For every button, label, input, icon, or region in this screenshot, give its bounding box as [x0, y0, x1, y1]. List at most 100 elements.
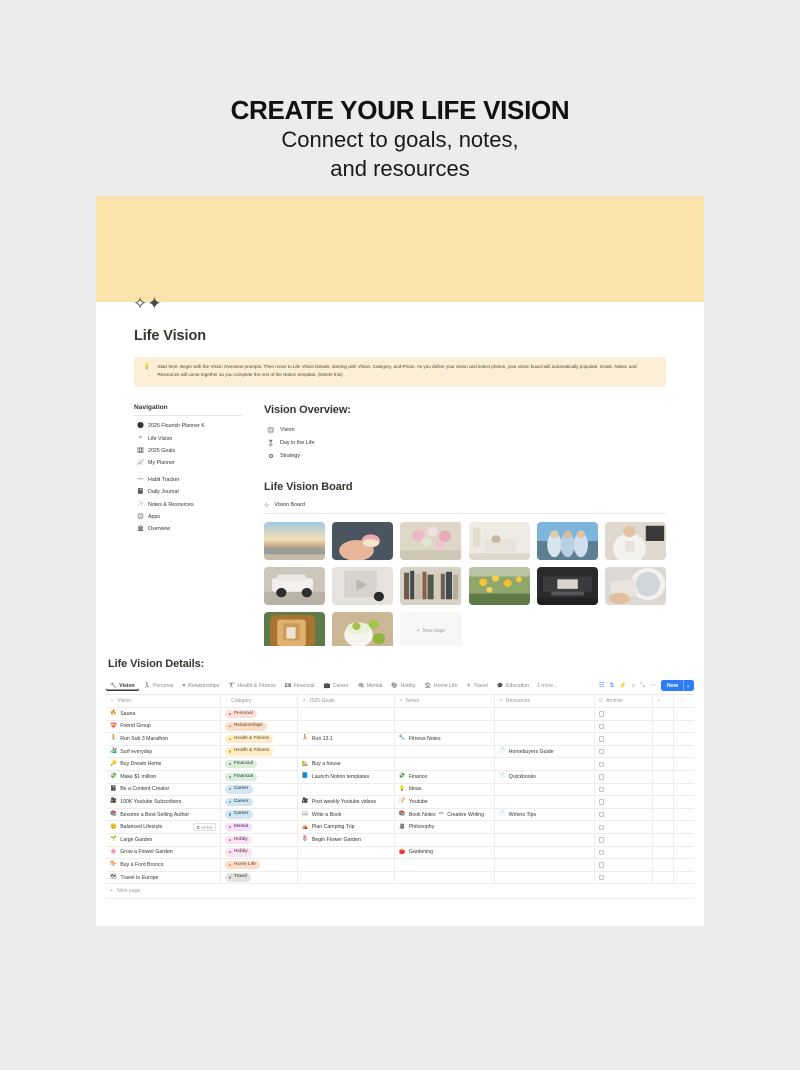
cell-notes[interactable] [394, 720, 494, 733]
cell-archive[interactable] [594, 708, 653, 721]
cell-category[interactable]: Travel [221, 871, 297, 884]
cell-resources[interactable] [494, 846, 594, 859]
cell-archive[interactable] [594, 733, 653, 746]
sidebar-item-habit-tracker[interactable]: 〰 Habit Tracker [134, 475, 242, 487]
tab-career[interactable]: 💼 Career [320, 681, 353, 691]
cell-archive[interactable] [594, 783, 653, 796]
cell-resources[interactable] [494, 720, 594, 733]
table-row[interactable]: 🗺Travel to EuropeTravel [106, 871, 694, 884]
cell-category[interactable]: Home Life [221, 859, 297, 872]
cell-resources[interactable] [494, 796, 594, 809]
automation-icon[interactable]: ⚡ [619, 683, 626, 689]
table-row[interactable]: 🎥100K Youtube SubscribersCareer🎥Post wee… [106, 796, 694, 809]
cell-resources[interactable]: 📄Writers Tips [494, 808, 594, 821]
open-badge[interactable]: ⧉ OPEN [193, 823, 216, 831]
column-header-vision[interactable]: ✧Vision [106, 695, 221, 708]
cell-2025-goals[interactable] [297, 745, 394, 758]
filter-icon[interactable]: ☷ [599, 683, 604, 689]
sidebar-item-daily-journal[interactable]: 📓 Daily Journal [134, 487, 242, 499]
cell-notes[interactable]: 📚Book Notes✏Creative Writing [394, 808, 494, 821]
cell-2025-goals[interactable]: ⛺Plan Camping Trip [297, 821, 394, 834]
more-views-button[interactable]: 1 more... [534, 683, 557, 689]
archive-checkbox[interactable] [599, 850, 604, 855]
cell-notes[interactable] [394, 708, 494, 721]
gallery-new-page-button[interactable]: + New page [400, 612, 461, 650]
cell-notes[interactable] [394, 745, 494, 758]
cell-vision[interactable]: 📓Be a Content Creator [106, 783, 221, 796]
cell-category[interactable]: Financial [221, 758, 297, 771]
cell-resources[interactable] [494, 708, 594, 721]
table-row[interactable]: 😊Balanced Lifestyle⧉ OPENMental⛺Plan Cam… [106, 821, 694, 834]
cell-notes[interactable]: 📝Youtube [394, 796, 494, 809]
cell-vision[interactable]: 🌸Grow a Flower Garden [106, 846, 221, 859]
cell-2025-goals[interactable]: 🏃Run 13.1 [297, 733, 394, 746]
cell-notes[interactable] [394, 758, 494, 771]
cell-notes[interactable]: 🗿Philosophy [394, 821, 494, 834]
cell-vision[interactable]: 🌱Large Garden [106, 834, 221, 847]
cell-vision[interactable]: 📚Become a Best-Selling Author [106, 808, 221, 821]
cell-resources[interactable] [494, 821, 594, 834]
archive-checkbox[interactable] [599, 799, 604, 804]
cell-notes[interactable]: 💡Ideas [394, 783, 494, 796]
gallery-image-beach-sunset[interactable] [264, 522, 325, 560]
table-row[interactable]: 🏃Run Sub 3 MarathonHealth & Fitness🏃Run … [106, 733, 694, 746]
tab-relationships[interactable]: ♥ Relationships [178, 681, 223, 691]
cell-archive[interactable] [594, 834, 653, 847]
cell-notes[interactable] [394, 859, 494, 872]
gallery-image-youtube-play-award[interactable] [332, 567, 393, 605]
table-row[interactable]: 🏄Surf everydayHealth & Fitness📄Homebuyer… [106, 745, 694, 758]
tab-health-fitness[interactable]: 🏋 Health & Fitness [224, 681, 279, 691]
cell-category[interactable]: Career [221, 796, 297, 809]
table-row[interactable]: 🔑Buy Dream HomeFinancial🏡Buy a house [106, 758, 694, 771]
overview-item-strategy[interactable]: ⚙ Strategy [264, 450, 666, 463]
gallery-image-white-ford-bronco[interactable] [264, 567, 325, 605]
sort-icon[interactable]: ⇅ [609, 683, 614, 689]
cell-2025-goals[interactable] [297, 720, 394, 733]
table-row[interactable]: 📚Become a Best-Selling AuthorCareer📖Writ… [106, 808, 694, 821]
gallery-image-airplane-window-hands[interactable] [605, 567, 666, 605]
archive-checkbox[interactable] [599, 724, 604, 729]
cell-category[interactable]: Personal [221, 708, 297, 721]
archive-checkbox[interactable] [599, 749, 604, 754]
cell-2025-goals[interactable] [297, 708, 394, 721]
cell-2025-goals[interactable] [297, 783, 394, 796]
cell-2025-goals[interactable] [297, 871, 394, 884]
cell-category[interactable]: Hobby [221, 846, 297, 859]
cell-resources[interactable]: 📄Quickbooks [494, 771, 594, 784]
cell-notes[interactable] [394, 871, 494, 884]
tab-home-life[interactable]: 🏠 Home Life [421, 681, 462, 691]
cell-vision[interactable]: 😊Balanced Lifestyle⧉ OPEN [106, 821, 221, 834]
add-column-button[interactable]: + [653, 695, 674, 708]
cell-archive[interactable] [594, 758, 653, 771]
sidebar-item-apps[interactable]: 🌐 Apps [134, 511, 242, 523]
archive-checkbox[interactable] [599, 837, 604, 842]
cell-resources[interactable] [494, 859, 594, 872]
tab-travel[interactable]: ✈ Travel [463, 681, 492, 691]
archive-checkbox[interactable] [599, 812, 604, 817]
cell-archive[interactable] [594, 808, 653, 821]
cell-archive[interactable] [594, 846, 653, 859]
sidebar-item-notes-resources[interactable]: ✨ Notes & Resources [134, 499, 242, 511]
table-row[interactable]: 🔥SaunaPersonal [106, 708, 694, 721]
archive-checkbox[interactable] [599, 875, 604, 880]
cell-category[interactable]: Career [221, 783, 297, 796]
gallery-image-lime-cocktail[interactable] [332, 612, 393, 650]
archive-checkbox[interactable] [599, 711, 604, 716]
sidebar-item-life-vision[interactable]: ✧ Life Vision [134, 433, 242, 445]
cell-category[interactable]: Career [221, 808, 297, 821]
cell-vision[interactable]: 💝Friend Group [106, 720, 221, 733]
more-options-icon[interactable]: ⋯ [650, 683, 656, 689]
gallery-image-sunflower-garden[interactable] [469, 567, 530, 605]
cell-archive[interactable] [594, 871, 653, 884]
new-row-button[interactable]: New ⌄ [661, 680, 694, 691]
expand-icon[interactable]: ⤡ [640, 683, 645, 689]
cell-vision[interactable]: 🎥100K Youtube Subscribers [106, 796, 221, 809]
table-row[interactable]: 🐎Buy a Ford BroncoHome Life [106, 859, 694, 872]
table-row[interactable]: 🌱Large GardenHobby🌷Begin Flower Garden [106, 834, 694, 847]
column-header-category[interactable]: ◌Category [221, 695, 297, 708]
overview-item-vision[interactable]: 🌐 Vision [264, 424, 666, 437]
cell-category[interactable]: Health & Fitness [221, 733, 297, 746]
sidebar-item-2025-goals[interactable]: 🎛 2025 Goals [134, 445, 242, 457]
cell-notes[interactable]: 💸Finance [394, 771, 494, 784]
sidebar-item-overview[interactable]: 🏛 Overview [134, 523, 242, 535]
